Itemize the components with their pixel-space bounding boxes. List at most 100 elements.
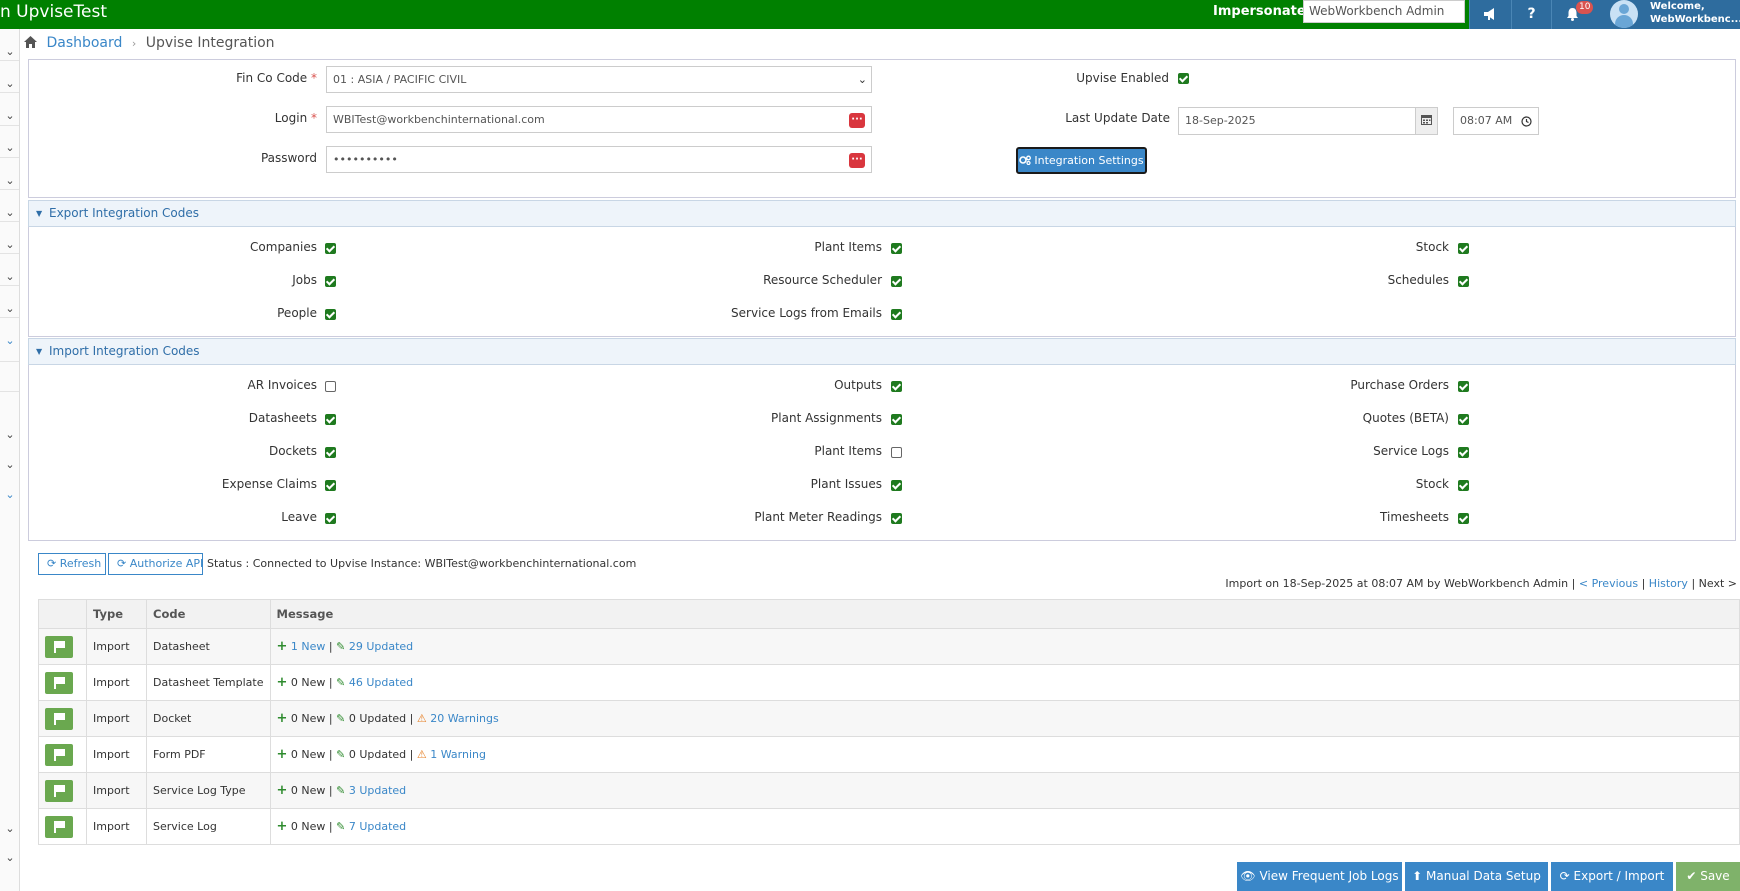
chevron-down-icon[interactable]: ⌄ — [3, 488, 17, 501]
chevron-down-icon[interactable]: ⌄ — [3, 238, 17, 251]
help-icon: ? — [1527, 6, 1536, 22]
import-datasheets-label: Datasheets — [248, 411, 317, 425]
impersonate-input[interactable]: WebWorkbench Admin — [1303, 0, 1465, 23]
import-plant-meter-readings-checkbox[interactable] — [891, 513, 902, 524]
export-plant-items-checkbox[interactable] — [891, 243, 902, 254]
import-datasheets-checkbox[interactable] — [325, 414, 336, 425]
import-log-table: Type Code Message Import Datasheet + 1 New… — [38, 599, 1740, 845]
chevron-down-icon[interactable]: ⌄ — [3, 270, 17, 283]
edit-icon: ✎ — [336, 748, 346, 761]
previous-link[interactable]: < Previous — [1579, 577, 1638, 590]
history-link[interactable]: History — [1649, 577, 1688, 590]
export-import-button[interactable]: ⟳ Export / Import — [1551, 862, 1673, 891]
import-plant-assignments-checkbox[interactable] — [891, 414, 902, 425]
import-dockets-checkbox[interactable] — [325, 447, 336, 458]
new-count: 0 New — [290, 784, 326, 797]
flag-cell — [38, 664, 87, 701]
import-quotes-checkbox[interactable] — [1458, 414, 1469, 425]
calendar-icon[interactable] — [1415, 107, 1438, 135]
flag-icon[interactable] — [45, 635, 73, 658]
import-plant-issues-checkbox[interactable] — [891, 480, 902, 491]
announcements-button[interactable] — [1469, 0, 1511, 29]
export-service-logs-emails-checkbox[interactable] — [891, 309, 902, 320]
megaphone-icon — [1484, 8, 1494, 20]
import-expense-claims-checkbox[interactable] — [325, 480, 336, 491]
table-row: Import Datasheet + 1 New | ✎ 29 Updated — [38, 628, 1740, 665]
chevron-down-icon[interactable]: ⌄ — [3, 77, 17, 90]
manual-data-setup-button[interactable]: ⬆ Manual Data Setup — [1405, 862, 1548, 891]
password-manager-icon[interactable]: ··· — [849, 113, 865, 128]
import-timesheets-checkbox[interactable] — [1458, 513, 1469, 524]
flag-icon[interactable] — [45, 815, 73, 838]
column-header-message[interactable]: Message — [269, 599, 1740, 629]
new-count[interactable]: 1 New — [291, 640, 326, 653]
login-input[interactable]: WBITest@workbenchinternational.com — [326, 106, 872, 133]
login-label: Login * — [274, 111, 317, 125]
export-section-header[interactable]: ▼ Export Integration Codes — [28, 200, 1736, 227]
view-frequent-job-logs-button[interactable]: 👁 View Frequent Job Logs — [1237, 862, 1402, 891]
export-resource-scheduler-checkbox[interactable] — [891, 276, 902, 287]
import-service-logs-checkbox[interactable] — [1458, 447, 1469, 458]
chevron-down-icon[interactable]: ⌄ — [3, 822, 17, 835]
import-section-header[interactable]: ▼ Import Integration Codes — [28, 338, 1736, 365]
flag-icon[interactable] — [45, 707, 73, 730]
export-jobs-checkbox[interactable] — [325, 276, 336, 287]
export-people-checkbox[interactable] — [325, 309, 336, 320]
import-ar-invoices-label: AR Invoices — [247, 378, 317, 392]
import-ar-invoices-checkbox[interactable] — [325, 381, 336, 392]
import-outputs-checkbox[interactable] — [891, 381, 902, 392]
column-header-type[interactable]: Type — [86, 599, 147, 629]
chevron-down-icon[interactable]: ⌄ — [3, 174, 17, 187]
flag-icon[interactable] — [45, 743, 73, 766]
home-icon[interactable] — [24, 36, 37, 48]
updated-count[interactable]: 3 Updated — [349, 784, 406, 797]
save-button[interactable]: ✔ Save — [1676, 862, 1740, 891]
chevron-down-icon[interactable]: ⌄ — [3, 45, 17, 58]
last-update-date-input[interactable]: 18-Sep-2025 — [1178, 107, 1416, 135]
warnings-link[interactable]: 1 Warning — [430, 748, 486, 761]
import-plant-items-checkbox[interactable] — [891, 447, 902, 458]
chevron-down-icon[interactable]: ⌄ — [3, 458, 17, 471]
column-header-code[interactable]: Code — [146, 599, 271, 629]
app-title: n UpviseTest — [0, 2, 107, 22]
import-stock-checkbox[interactable] — [1458, 480, 1469, 491]
code-cell: Docket — [146, 700, 271, 737]
flag-icon[interactable] — [45, 671, 73, 694]
export-schedules-checkbox[interactable] — [1458, 276, 1469, 287]
export-companies-checkbox[interactable] — [325, 243, 336, 254]
notifications-button[interactable]: 10 — [1551, 0, 1604, 29]
warnings-link[interactable]: 20 Warnings — [430, 712, 498, 725]
chevron-down-icon[interactable]: ⌄ — [3, 428, 17, 441]
help-button[interactable]: ? — [1511, 0, 1551, 29]
next-link[interactable]: Next > — [1699, 577, 1737, 590]
updated-count[interactable]: 7 Updated — [349, 820, 406, 833]
chevron-down-icon[interactable]: ⌄ — [3, 334, 17, 347]
upvise-enabled-checkbox[interactable] — [1178, 73, 1189, 84]
import-purchase-orders-checkbox[interactable] — [1458, 381, 1469, 392]
export-people-label: People — [277, 306, 317, 320]
authorize-api-button[interactable]: ⟳ Authorize API — [108, 553, 203, 575]
password-manager-icon[interactable]: ··· — [849, 153, 865, 168]
updated-count[interactable]: 29 Updated — [349, 640, 413, 653]
refresh-button[interactable]: ⟳ Refresh — [38, 553, 106, 575]
password-input[interactable]: •••••••••• — [326, 146, 872, 173]
chevron-down-icon[interactable]: ⌄ — [3, 206, 17, 219]
import-leave-checkbox[interactable] — [325, 513, 336, 524]
refresh-icon: ⟳ — [47, 557, 57, 570]
integration-settings-button[interactable]: Integration Settings — [1016, 147, 1147, 174]
updated-count[interactable]: 46 Updated — [349, 676, 413, 689]
chevron-down-icon[interactable]: ⌄ — [3, 141, 17, 154]
breadcrumb-dashboard-link[interactable]: Dashboard — [46, 35, 122, 51]
table-row: Import Service Log + 0 New | ✎ 7 Updated — [38, 808, 1740, 845]
flag-icon[interactable] — [45, 779, 73, 802]
export-stock-checkbox[interactable] — [1458, 243, 1469, 254]
fin-co-code-select[interactable]: 01 : ASIA / PACIFIC CIVIL ⌄ — [326, 66, 872, 93]
last-update-time-input[interactable]: 08:07 AM — [1453, 107, 1539, 135]
user-menu[interactable]: Welcome, WebWorkbenc... — [1604, 0, 1740, 29]
eye-icon: 👁 — [1240, 869, 1256, 883]
chevron-down-icon[interactable]: ⌄ — [3, 851, 17, 864]
chevron-down-icon[interactable]: ⌄ — [3, 302, 17, 315]
import-outputs-label: Outputs — [834, 378, 882, 392]
chevron-down-icon[interactable]: ⌄ — [3, 109, 17, 122]
edit-icon: ✎ — [336, 640, 346, 653]
